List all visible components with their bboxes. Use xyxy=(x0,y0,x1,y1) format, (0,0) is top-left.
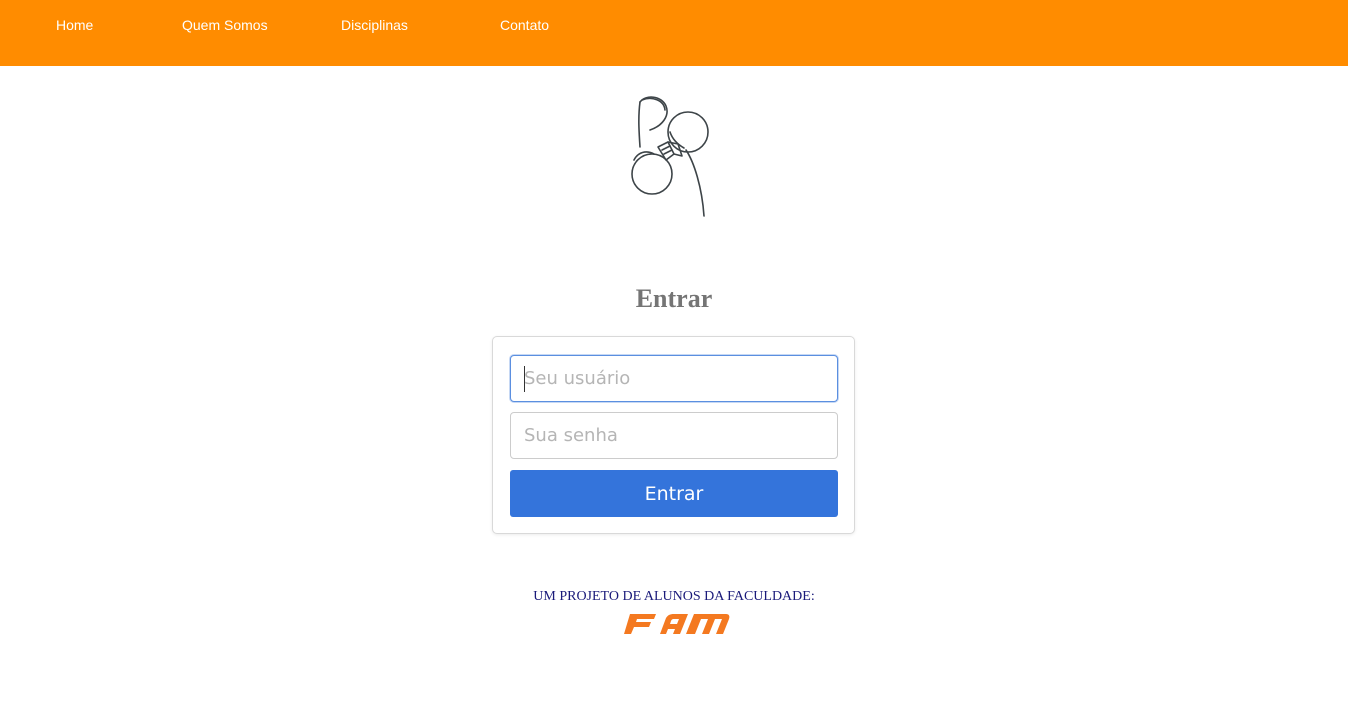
password-input[interactable] xyxy=(510,412,838,459)
hand-drawn-logo-icon xyxy=(631,96,709,217)
login-title: Entrar xyxy=(635,284,713,313)
username-input[interactable] xyxy=(510,355,838,402)
top-navbar: Home Quem Somos Disciplinas Contato xyxy=(0,0,1348,66)
login-card: Entrar xyxy=(492,336,855,534)
login-submit-button[interactable]: Entrar xyxy=(510,470,838,517)
nav-disciplinas-link[interactable]: Disciplinas xyxy=(341,17,408,33)
text-cursor xyxy=(524,366,525,392)
nav-contato-link[interactable]: Contato xyxy=(500,17,549,33)
footer-credit-text: UM PROJETO DE ALUNOS DA FACULDADE: xyxy=(533,589,815,604)
nav-home-link[interactable]: Home xyxy=(56,17,93,33)
nav-quem-somos-link[interactable]: Quem Somos xyxy=(182,17,268,33)
fam-logo-icon xyxy=(624,614,730,634)
